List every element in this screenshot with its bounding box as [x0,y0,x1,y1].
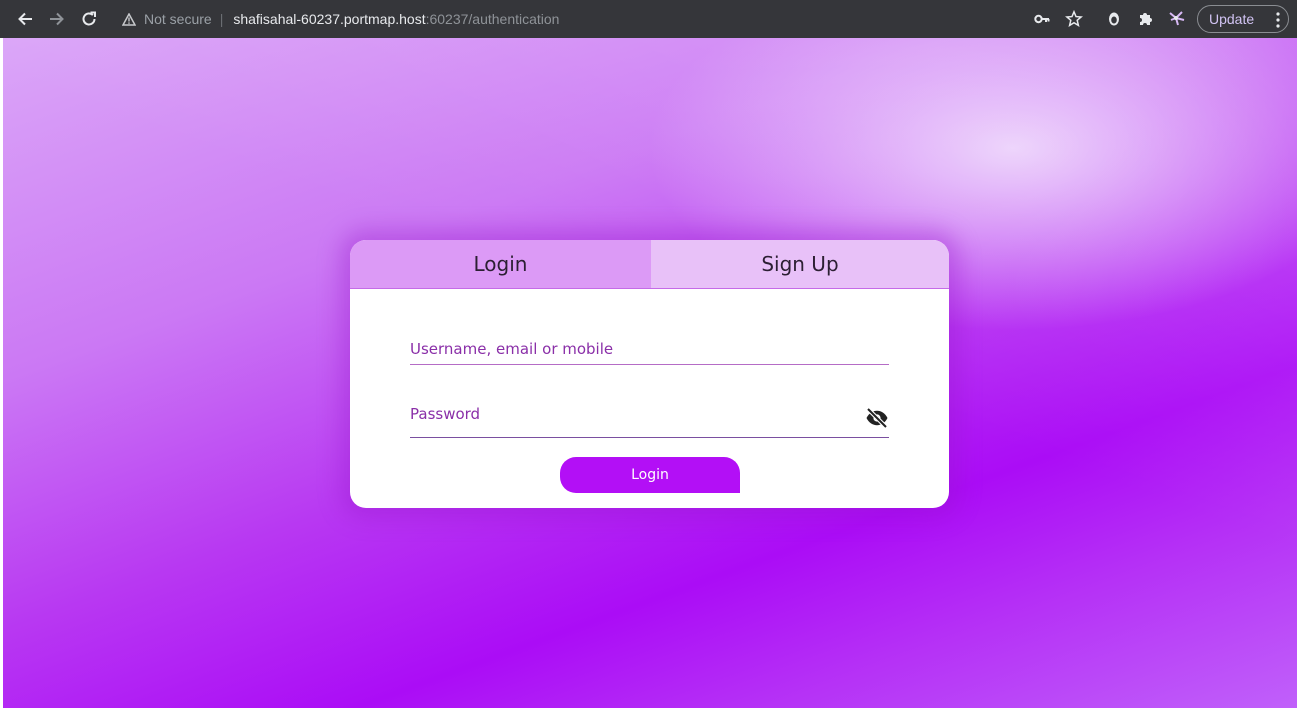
extensions-button[interactable] [1135,8,1157,30]
security-label: Not secure [144,11,212,27]
forward-button[interactable] [45,7,69,31]
browser-toolbar: Not secure | shafisahal-60237.portmap.ho… [0,0,1297,38]
url-text: shafisahal-60237.portmap.host:60237/auth… [233,11,559,27]
passwords-button[interactable] [1031,8,1053,30]
bookmark-button[interactable] [1063,8,1085,30]
tab-sign-up[interactable]: Sign Up [651,240,949,288]
arrow-right-icon [50,12,64,26]
profile-icon [1109,12,1119,26]
address-separator: | [219,11,224,27]
url-host: shafisahal-60237.portmap.host [233,11,426,27]
address-bar[interactable]: Not secure | shafisahal-60237.portmap.ho… [122,10,559,28]
update-label: Update [1209,11,1255,27]
warning-triangle-icon [122,12,136,26]
username-input[interactable] [410,336,889,362]
login-submit-button[interactable]: Login [560,457,740,493]
password-input[interactable] [410,401,889,427]
url-path: :60237/authentication [425,11,560,27]
page-background: Login Sign Up Login [3,38,1297,708]
reload-button[interactable] [77,7,101,31]
key-icon [1034,14,1050,24]
auth-tabs: Login Sign Up [350,240,949,289]
back-button[interactable] [13,7,37,31]
username-field-container [410,336,889,365]
extension-app-icon [1169,11,1185,26]
star-icon [1065,10,1083,27]
arrow-left-icon [18,12,32,26]
puzzle-icon [1140,13,1152,25]
auth-card: Login Sign Up Login [350,240,949,508]
tab-login[interactable]: Login [350,240,651,288]
password-field-container [410,401,889,438]
eye-off-icon[interactable] [865,406,889,430]
vertical-dots-icon [1276,12,1280,28]
profile-button[interactable] [1103,8,1125,30]
reload-icon [82,11,96,26]
update-button[interactable]: Update [1197,5,1289,33]
extension-app-button[interactable] [1166,8,1188,30]
